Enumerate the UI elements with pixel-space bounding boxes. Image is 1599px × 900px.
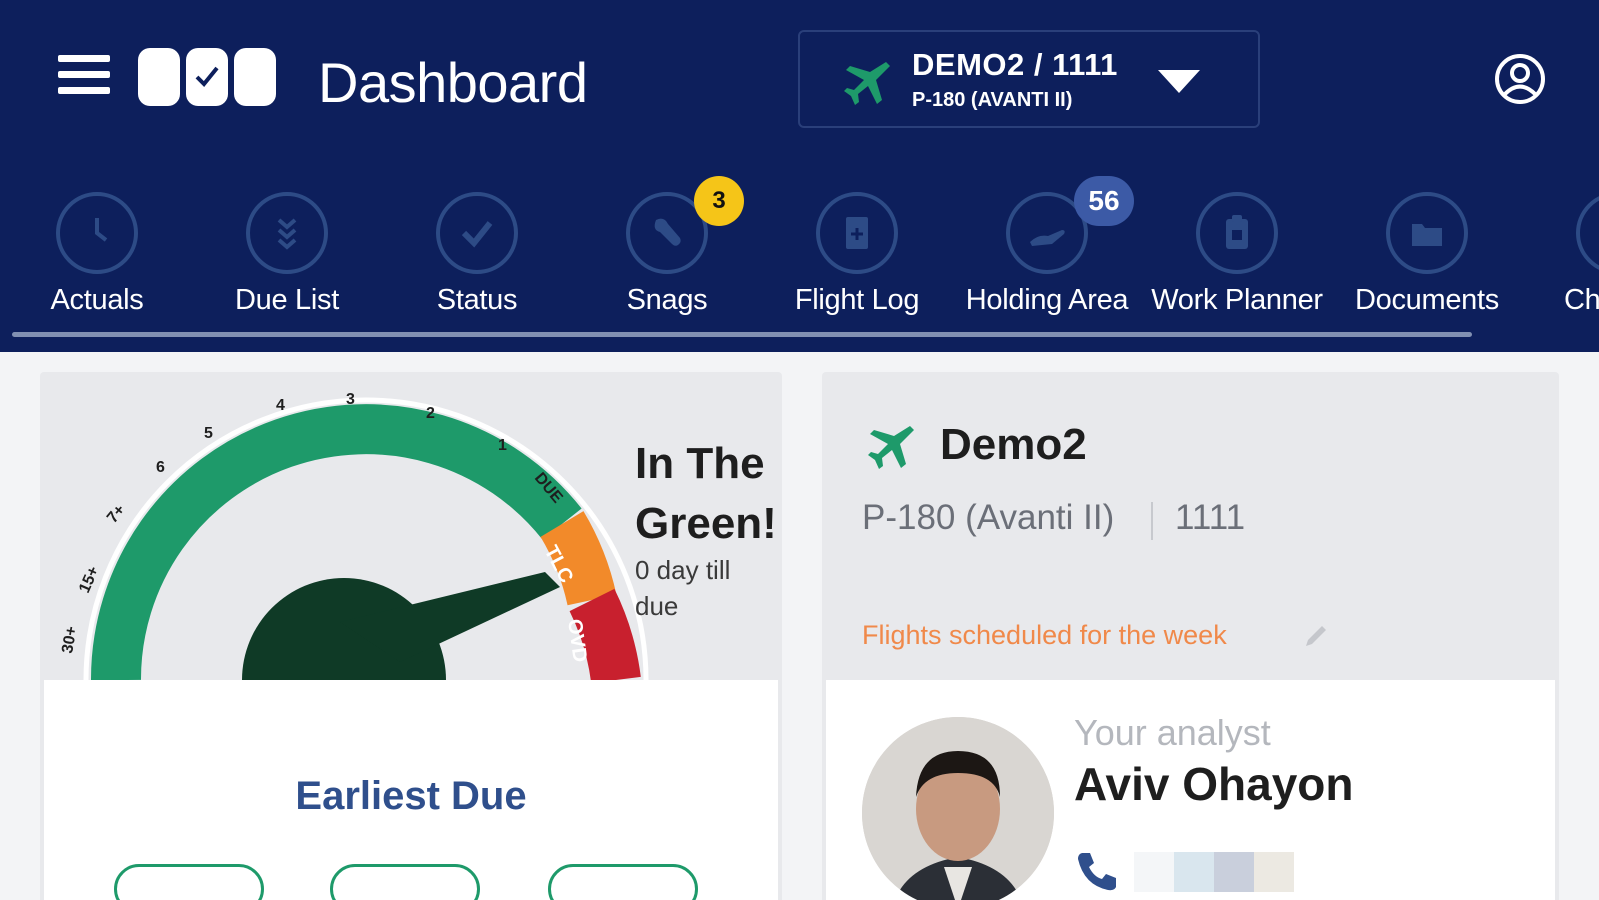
nav-item-ch[interactable]: Ch — [1522, 192, 1599, 317]
check-icon — [461, 221, 493, 248]
tick-label: 6 — [156, 459, 165, 476]
pencil-icon[interactable] — [1300, 622, 1330, 652]
tick-label: 5 — [204, 425, 213, 442]
aircraft-name: Demo2 — [940, 420, 1087, 469]
chevron-down-icon — [1158, 70, 1200, 93]
nav-label: Documents — [1355, 284, 1499, 316]
wrench-icon — [654, 218, 681, 246]
status-subtitle: 0 day till due — [635, 555, 731, 621]
analyst-avatar — [862, 717, 1054, 900]
aircraft-selector-sub: P-180 (AVANTI II) — [912, 89, 1073, 111]
airplane-icon — [868, 426, 914, 469]
nav-item-documents[interactable]: Documents — [1332, 192, 1522, 317]
earliest-due-pill[interactable] — [548, 864, 698, 900]
aircraft-selector-main: DEMO2 / 1111 — [912, 47, 1118, 82]
analyst-label: Your analyst — [1074, 712, 1271, 753]
nav-label: Snags — [626, 284, 708, 316]
nav-item-flight-log[interactable]: Flight Log — [762, 192, 952, 317]
tick-label: 7+ — [104, 502, 129, 527]
nav-item-work-planner[interactable]: Work Planner — [1142, 192, 1332, 317]
clipboard-icon — [1226, 215, 1248, 249]
flights-scheduled-link[interactable]: Flights scheduled for the week — [862, 620, 1227, 651]
zone-label-ovd: OVD — [563, 618, 591, 664]
document-icon — [846, 217, 868, 249]
tick-label: 1 — [498, 437, 507, 454]
menu-icon[interactable] — [58, 55, 110, 101]
snags-badge: 3 — [694, 176, 744, 226]
tick-label: 30+ — [59, 625, 80, 655]
earliest-due-heading: Earliest Due — [295, 774, 527, 818]
tick-label: 2 — [426, 405, 435, 422]
page-title: Dashboard — [318, 51, 588, 114]
status-title: In The Green! — [635, 439, 777, 548]
aircraft-card: Demo2 P-180 (Avanti II) 1111 Flights sch… — [822, 372, 1559, 900]
nav-label: Due List — [235, 284, 339, 316]
nav-label: Holding Area — [965, 284, 1129, 316]
redacted-contact — [1134, 852, 1294, 892]
ovd-zone — [569, 588, 641, 682]
nav-label: Actuals — [50, 284, 144, 316]
divider — [1151, 502, 1153, 540]
nav-item-actuals[interactable]: Actuals — [2, 192, 192, 317]
hand-icon — [1030, 230, 1065, 246]
nav-item-holding-area[interactable]: 56 Holding Area — [952, 176, 1142, 317]
nav-label: Work Planner — [1151, 284, 1323, 316]
nav-item-due-list[interactable]: Due List — [192, 192, 382, 317]
aircraft-selector[interactable]: DEMO2 / 1111 P-180 (AVANTI II) — [798, 30, 1260, 128]
nav-item-snags[interactable]: 3 Snags — [572, 176, 762, 317]
earliest-due-pill[interactable] — [114, 864, 264, 900]
tick-label: 4 — [276, 397, 285, 414]
folder-icon — [1412, 224, 1442, 246]
chevrons-down-icon — [277, 218, 297, 250]
top-bar: Dashboard DEMO2 / 1111 P-180 (AVANTI II) — [0, 0, 1599, 152]
clock-icon — [95, 218, 108, 242]
status-gauge-card: 30+ 15+ 7+ 6 5 4 3 2 1 DUE TLC OVD In Th… — [40, 372, 782, 900]
earliest-due-pill[interactable] — [330, 864, 480, 900]
nav-item-status[interactable]: Status — [382, 192, 572, 317]
app-logo — [138, 48, 276, 106]
analyst-name: Aviv Ohayon — [1074, 758, 1354, 810]
module-nav: Actuals Due List Status 3 Snags Flight L… — [0, 152, 1599, 352]
airplane-icon — [844, 62, 890, 105]
aircraft-model: P-180 (Avanti II) — [862, 498, 1115, 537]
holding-area-badge: 56 — [1074, 176, 1134, 226]
nav-label: Flight Log — [794, 284, 920, 316]
nav-label: Ch — [1564, 284, 1599, 316]
nav-scrollbar[interactable] — [12, 332, 1472, 337]
tick-label: 3 — [346, 391, 355, 408]
aircraft-serial: 1111 — [1175, 498, 1246, 537]
phone-icon[interactable] — [1074, 847, 1120, 893]
user-icon[interactable] — [1494, 53, 1546, 105]
nav-label: Status — [436, 284, 518, 316]
